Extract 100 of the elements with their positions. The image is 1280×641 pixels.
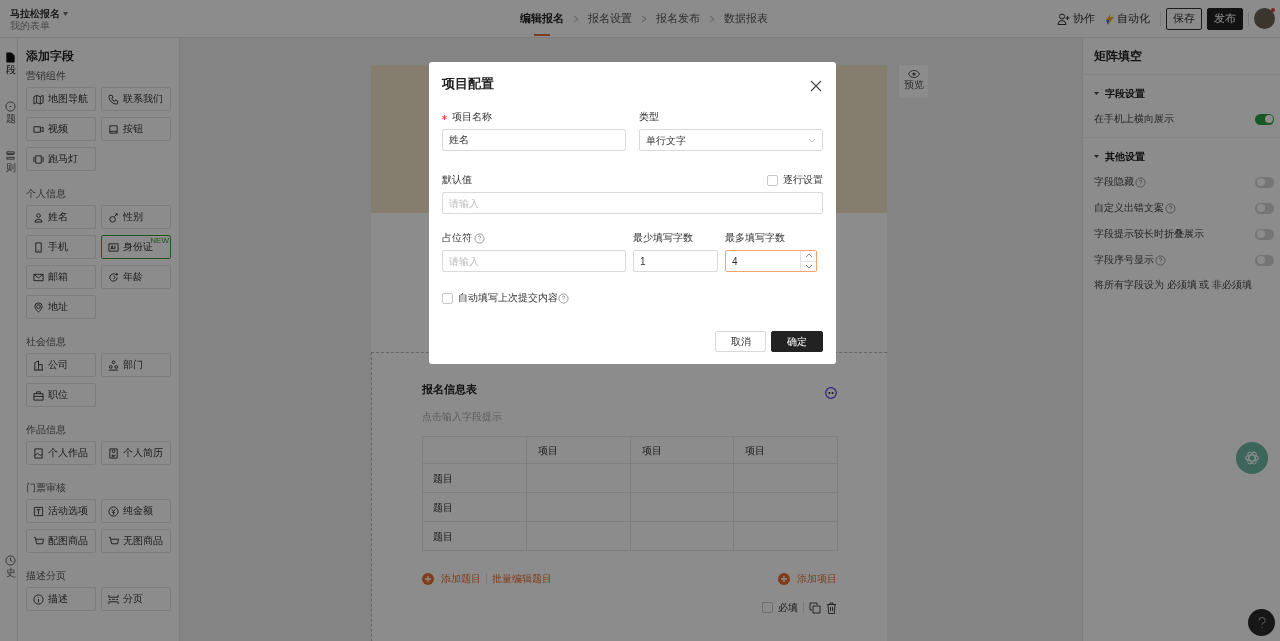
field-type-button[interactable]: 视频 bbox=[26, 117, 96, 141]
row-header: 题目 bbox=[422, 463, 527, 493]
field-type-button[interactable]: 按钮 bbox=[101, 117, 171, 141]
avatar[interactable] bbox=[1254, 8, 1275, 29]
setting-label: 字段序号显示 bbox=[1094, 252, 1154, 267]
column-header: 项目 bbox=[526, 436, 631, 464]
field-type-button[interactable]: 姓名 bbox=[26, 205, 96, 229]
close-icon bbox=[810, 80, 822, 93]
envelope-icon bbox=[33, 271, 44, 283]
save-button[interactable]: 保存 bbox=[1166, 7, 1202, 30]
plus-circle-icon bbox=[778, 572, 790, 585]
cancel-button[interactable]: 取消 bbox=[715, 331, 766, 352]
field-type-button[interactable]: 年龄 bbox=[101, 265, 171, 289]
rail-tab[interactable]: 史 bbox=[0, 555, 16, 580]
confirm-button[interactable]: 确定 bbox=[771, 331, 823, 352]
field-type-button[interactable]: 手机 bbox=[26, 235, 96, 259]
per-row-checkbox[interactable] bbox=[767, 174, 778, 186]
decrement-button[interactable] bbox=[801, 260, 816, 271]
collaborate-button[interactable]: 协作 bbox=[1057, 10, 1095, 27]
briefcase-icon bbox=[33, 389, 44, 401]
field-type-button[interactable]: 描述 bbox=[26, 587, 96, 611]
map-icon bbox=[33, 93, 44, 105]
caret-down-icon bbox=[1094, 153, 1099, 159]
panel-title: 添加字段 bbox=[26, 49, 75, 63]
field-type-button[interactable]: 地址 bbox=[26, 295, 96, 319]
field-type-button[interactable]: 个人作品 bbox=[26, 441, 96, 465]
type-select[interactable]: 单行文字 bbox=[639, 129, 823, 151]
chevron-down-icon bbox=[804, 262, 813, 270]
name-input[interactable]: 姓名 bbox=[442, 129, 626, 151]
field-type-button[interactable]: 分页 bbox=[101, 587, 171, 611]
field-type-button[interactable]: 职位 bbox=[26, 383, 96, 407]
document-icon bbox=[5, 52, 16, 63]
close-button[interactable] bbox=[810, 78, 822, 90]
chevron-right-icon bbox=[709, 15, 715, 23]
field-type-button[interactable]: 邮箱 bbox=[26, 265, 96, 289]
panel-title: 矩阵填空 bbox=[1094, 49, 1142, 63]
clock-icon bbox=[5, 555, 16, 566]
location-pin-icon bbox=[33, 301, 44, 313]
id-card-icon bbox=[108, 241, 119, 253]
dropdown-caret-icon bbox=[62, 11, 68, 16]
group-heading: 作品信息 bbox=[26, 423, 67, 437]
automation-button[interactable]: 自动化 bbox=[1104, 10, 1150, 27]
mascot-icon bbox=[825, 387, 837, 399]
dialog-title: 项目配置 bbox=[442, 75, 495, 93]
caret-down-icon bbox=[1094, 90, 1099, 96]
column-header: 项目 bbox=[630, 436, 734, 464]
cart-icon bbox=[33, 535, 44, 547]
min-chars-input[interactable]: 1 bbox=[633, 250, 718, 272]
group-heading: 门票审核 bbox=[26, 481, 67, 495]
publish-button[interactable]: 发布 bbox=[1207, 7, 1243, 30]
field-type-button[interactable]: 联系我们 bbox=[101, 87, 171, 111]
field-type-button[interactable]: 无图商品 bbox=[101, 529, 171, 553]
field-label: 默认值 bbox=[442, 173, 472, 187]
autofill-checkbox[interactable] bbox=[442, 292, 453, 304]
group-heading: 个人信息 bbox=[26, 187, 67, 201]
step-tab[interactable]: 报名发布 bbox=[656, 0, 700, 38]
rail-tab[interactable]: 题 bbox=[0, 101, 16, 126]
checkbox-label: 必填 bbox=[778, 601, 798, 615]
row-header: 题目 bbox=[422, 521, 527, 551]
section-header[interactable]: 其他设置 bbox=[1094, 148, 1145, 164]
new-badge: NEW bbox=[150, 237, 169, 245]
field-label: 类型 bbox=[639, 110, 659, 124]
field-type-button[interactable]: 纯金额 bbox=[101, 499, 171, 523]
step-tab[interactable]: 编辑报名 bbox=[520, 0, 564, 38]
cart-icon bbox=[108, 535, 119, 547]
placeholder-input[interactable]: 请输入 bbox=[442, 250, 626, 272]
required-checkbox[interactable] bbox=[762, 602, 773, 613]
add-person-icon bbox=[1057, 12, 1070, 25]
chevron-right-icon bbox=[573, 15, 579, 23]
rail-tab[interactable]: 段 bbox=[0, 52, 16, 77]
page-break-icon bbox=[108, 593, 119, 605]
field-type-button[interactable]: 性别 bbox=[101, 205, 171, 229]
gender-icon bbox=[108, 211, 119, 223]
phone-icon bbox=[108, 93, 119, 105]
chevron-up-icon bbox=[804, 252, 813, 260]
field-type-button[interactable]: 个人简历 bbox=[101, 441, 171, 465]
preview-button[interactable]: 预览 bbox=[899, 65, 928, 98]
circle-arrow-icon bbox=[108, 271, 119, 283]
eye-icon bbox=[907, 70, 920, 79]
field-type-button[interactable]: 活动选项 bbox=[26, 499, 96, 523]
field-type-button[interactable]: 地图导航 bbox=[26, 87, 96, 111]
person-icon bbox=[33, 211, 44, 223]
form-title[interactable]: 马拉松报名 bbox=[10, 7, 60, 20]
toggle-switch[interactable] bbox=[1255, 113, 1274, 125]
field-label: 最多填写字数 bbox=[725, 231, 785, 245]
field-type-button[interactable]: 配图商品 bbox=[26, 529, 96, 553]
plus-circle-icon bbox=[422, 572, 434, 585]
field-type-button[interactable]: 部门 bbox=[101, 353, 171, 377]
list-icon bbox=[5, 150, 16, 161]
rail-tab[interactable]: 则 bbox=[0, 150, 16, 175]
info-icon bbox=[33, 593, 44, 605]
optional-link[interactable]: 非必须填 bbox=[1211, 279, 1252, 290]
section-header[interactable]: 字段设置 bbox=[1094, 85, 1145, 101]
field-type-button[interactable]: 公司 bbox=[26, 353, 96, 377]
default-value-input[interactable]: 请输入 bbox=[442, 192, 823, 214]
step-tab[interactable]: 数据报表 bbox=[724, 0, 768, 38]
step-tab[interactable]: 报名设置 bbox=[588, 0, 632, 38]
field-label: 项目名称 bbox=[451, 110, 492, 124]
field-type-button[interactable]: 跑马灯 bbox=[26, 147, 96, 171]
required-link[interactable]: 必须填 bbox=[1166, 279, 1197, 290]
